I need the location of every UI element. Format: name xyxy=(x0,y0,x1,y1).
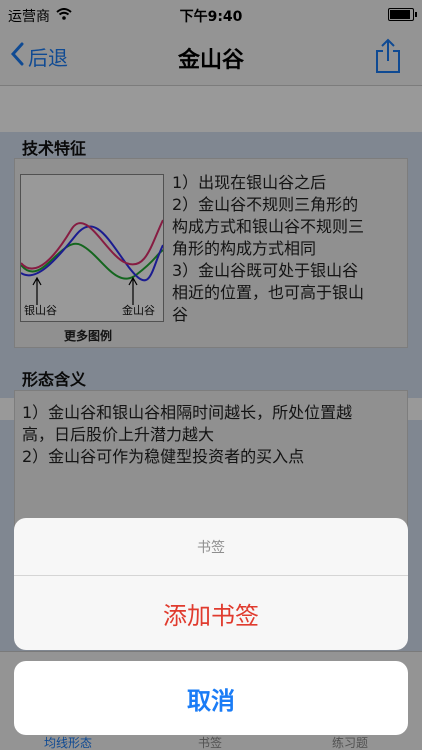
action-sheet-title: 书签 xyxy=(14,518,408,576)
add-bookmark-button[interactable]: 添加书签 xyxy=(14,576,408,650)
action-sheet: 书签 添加书签 xyxy=(14,518,408,650)
cancel-button[interactable]: 取消 xyxy=(14,661,408,735)
